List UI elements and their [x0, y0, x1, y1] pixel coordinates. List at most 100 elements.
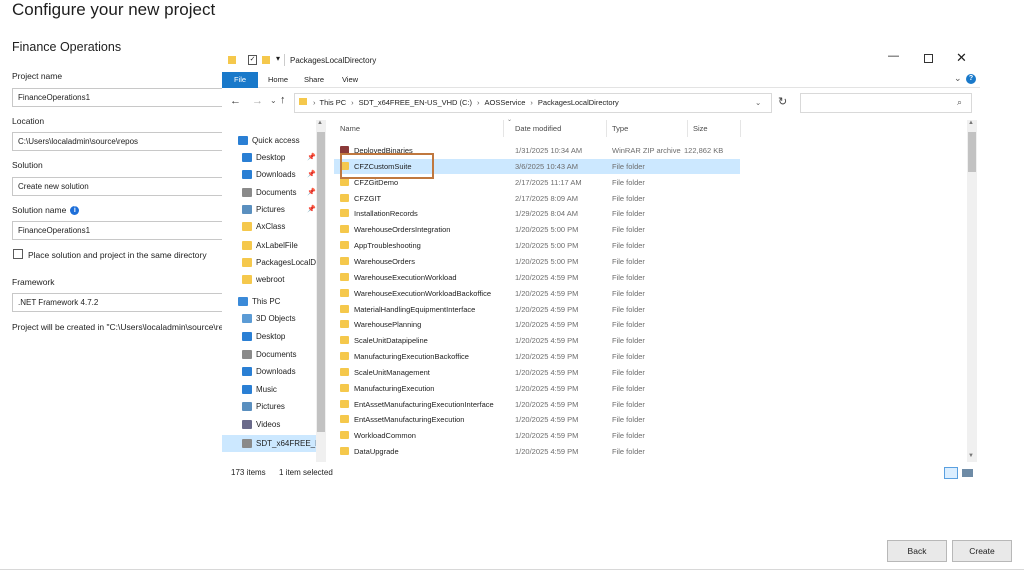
info-icon[interactable]: i — [70, 206, 80, 216]
tab-file[interactable]: File — [222, 72, 258, 88]
column-divider[interactable] — [687, 120, 688, 137]
file-row[interactable]: WarehouseExecutionWorkload 1/20/2025 4:59… — [334, 270, 740, 285]
sidebar-item[interactable]: Documents — [222, 346, 320, 363]
breadcrumb-packages[interactable]: PackagesLocalDirectory — [538, 98, 619, 107]
sidebar-item[interactable]: Desktop 📌 — [222, 149, 320, 166]
location-input[interactable]: C:\Users\localadmin\source\repos — [12, 132, 224, 151]
framework-select[interactable]: .NET Framework 4.7.2 — [12, 293, 224, 312]
sidebar-item[interactable]: Desktop — [222, 328, 320, 345]
breadcrumb-aosservice[interactable]: AOSService — [485, 98, 526, 107]
column-date[interactable]: Date modified — [515, 124, 561, 133]
back-button[interactable]: Back — [887, 540, 947, 562]
up-arrow-icon[interactable]: ↑ — [280, 94, 286, 106]
create-button[interactable]: Create — [952, 540, 1012, 562]
tab-home[interactable]: Home — [262, 72, 294, 88]
help-icon[interactable]: ? — [966, 74, 976, 84]
file-row[interactable]: EntAssetManufacturingExecutionInterface 1… — [334, 397, 740, 412]
scroll-up-icon[interactable]: ▲ — [968, 120, 974, 126]
column-divider[interactable] — [606, 120, 607, 137]
pin-icon[interactable]: 📌 — [307, 184, 316, 201]
minimize-icon[interactable]: — — [888, 50, 899, 62]
maximize-icon[interactable] — [924, 54, 933, 63]
sidebar-item[interactable]: Music — [222, 381, 320, 398]
column-size[interactable]: Size — [693, 124, 708, 133]
breadcrumb-this-pc[interactable]: This PC — [320, 98, 347, 107]
file-row[interactable]: ManufacturingExecution 1/20/2025 4:59 PM F… — [334, 381, 740, 396]
file-row[interactable]: DataUpgrade 1/20/2025 4:59 PM File folder — [334, 444, 740, 459]
sidebar-item[interactable]: Documents 📌 — [222, 184, 320, 201]
project-name-input[interactable]: FinanceOperations1 — [12, 88, 224, 107]
scroll-down-icon[interactable]: ▼ — [968, 453, 974, 459]
tab-share[interactable]: Share — [298, 72, 330, 88]
expand-ribbon-icon[interactable]: ⌄ — [954, 73, 962, 84]
column-name[interactable]: Name — [340, 124, 360, 133]
close-icon[interactable]: ✕ — [956, 50, 967, 66]
column-divider[interactable] — [503, 120, 504, 137]
recent-locations-icon[interactable]: ⌄ — [270, 96, 277, 105]
file-row[interactable]: InstallationRecords 1/29/2025 8:04 AM File… — [334, 206, 740, 221]
folder-icon — [340, 431, 349, 440]
file-list-scrollbar[interactable]: ▲ ▼ — [967, 120, 977, 462]
scroll-up-icon[interactable]: ▲ — [317, 120, 323, 126]
folder-icon — [340, 352, 349, 361]
sidebar-item-label: Music — [256, 385, 277, 394]
location-label: Location — [12, 116, 45, 126]
path-breadcrumb[interactable]: › This PC › SDT_x64FREE_EN-US_VHD (C:) › AOSS… — [294, 93, 772, 113]
chevron-down-icon[interactable]: ▾ — [276, 54, 280, 63]
properties-icon[interactable]: ✓ — [248, 55, 257, 65]
sidebar-item[interactable]: AxLabelFile — [222, 237, 320, 254]
file-row[interactable]: ManufacturingExecutionBackoffice 1/20/202… — [334, 349, 740, 364]
file-row[interactable]: ScaleUnitManagement 1/20/2025 4:59 PM File… — [334, 365, 740, 380]
file-type: File folder — [612, 304, 645, 314]
file-row[interactable]: WorkloadCommon 1/20/2025 4:59 PM File fold… — [334, 428, 740, 443]
file-scroll-thumb[interactable] — [968, 132, 976, 172]
sidebar-item[interactable]: Downloads 📌 — [222, 166, 320, 183]
solution-select[interactable]: Create new solution — [12, 177, 224, 196]
page-title: Configure your new project — [12, 0, 216, 19]
forward-arrow-icon[interactable]: → — [252, 95, 263, 107]
file-row[interactable]: ScaleUnitDatapipeline 1/20/2025 4:59 PM Fi… — [334, 333, 740, 348]
file-row[interactable]: WarehouseExecutionWorkloadBackoffice 1/20… — [334, 286, 740, 301]
same-directory-checkbox[interactable] — [13, 249, 23, 259]
file-row[interactable]: WarehousePlanning 1/20/2025 4:59 PM File f… — [334, 317, 740, 332]
sidebar-item[interactable]: This PC — [222, 293, 320, 310]
nav-scrollbar[interactable]: ▲ — [316, 120, 326, 462]
file-row[interactable]: WarehouseOrdersIntegration 1/20/2025 5:00… — [334, 222, 740, 237]
sidebar-item[interactable]: Pictures — [222, 398, 320, 415]
column-divider[interactable] — [740, 120, 741, 137]
file-row[interactable]: EntAssetManufacturingExecution 1/20/2025 … — [334, 412, 740, 427]
sidebar-item[interactable]: PackagesLocalDi — [222, 254, 320, 271]
sidebar-item[interactable]: Pictures 📌 — [222, 201, 320, 218]
column-type[interactable]: Type — [612, 124, 628, 133]
file-name: WarehousePlanning — [354, 320, 422, 330]
file-row[interactable]: WarehouseOrders 1/20/2025 5:00 PM File fol… — [334, 254, 740, 269]
breadcrumb-drive[interactable]: SDT_x64FREE_EN-US_VHD (C:) — [359, 98, 472, 107]
sidebar-item[interactable]: 3D Objects — [222, 310, 320, 327]
solution-name-input[interactable]: FinanceOperations1 — [12, 221, 224, 240]
pin-icon[interactable]: 📌 — [307, 166, 316, 183]
refresh-icon[interactable]: ↻ — [778, 95, 787, 108]
nav-scroll-thumb[interactable] — [317, 132, 325, 432]
details-view-icon[interactable] — [944, 467, 958, 479]
sidebar-item[interactable]: Videos — [222, 416, 320, 433]
file-type: File folder — [612, 209, 645, 219]
pin-icon[interactable]: 📌 — [307, 201, 316, 218]
search-input[interactable]: ⌕ — [800, 93, 972, 113]
sidebar-item[interactable]: Downloads — [222, 363, 320, 380]
tab-view[interactable]: View — [334, 72, 366, 88]
sidebar-item[interactable]: AxClass — [222, 218, 320, 235]
pin-icon[interactable]: 📌 — [307, 149, 316, 166]
sidebar-item[interactable]: Quick access — [222, 132, 320, 149]
file-row[interactable]: AppTroubleshooting 1/20/2025 5:00 PM File … — [334, 238, 740, 253]
back-arrow-icon[interactable]: ← — [230, 95, 241, 107]
file-name: WarehouseExecutionWorkload — [354, 272, 457, 282]
file-row[interactable]: MaterialHandlingEquipmentInterface 1/20/2… — [334, 302, 740, 317]
sidebar-item-label: Videos — [256, 420, 281, 429]
sidebar-item[interactable]: webroot — [222, 271, 320, 288]
large-icons-view-icon[interactable] — [962, 469, 973, 477]
file-row[interactable]: CFZGIT 2/17/2025 8:09 AM File folder — [334, 191, 740, 206]
new-folder-icon[interactable] — [262, 56, 270, 64]
sidebar-item[interactable]: SDT_x64FREE_EN — [222, 435, 320, 452]
pictures-icon — [242, 402, 252, 411]
chevron-down-icon[interactable]: ⌄ — [755, 94, 761, 112]
